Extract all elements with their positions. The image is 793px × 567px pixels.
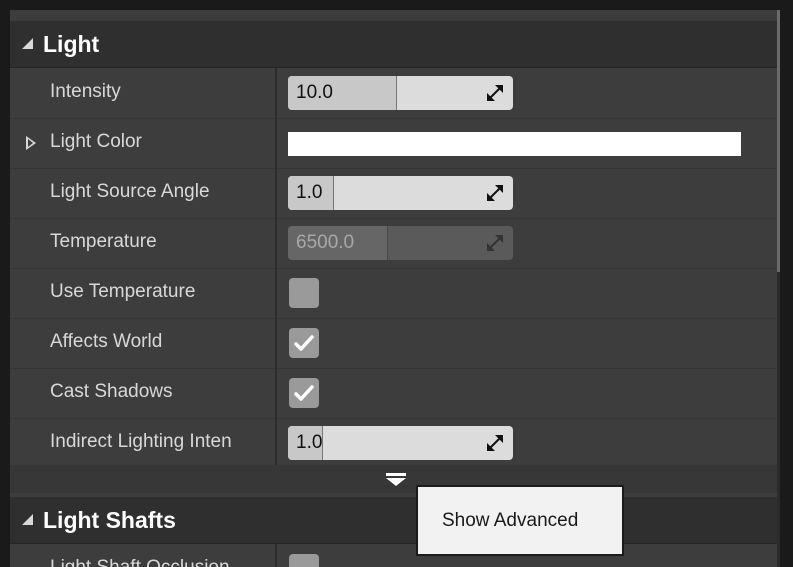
spinbox-value: 10.0 [296, 82, 333, 103]
property-row-affects-world: Affects World [10, 318, 780, 369]
show-advanced-tooltip: Show Advanced [416, 485, 624, 556]
section-title: Light Shafts [43, 507, 176, 533]
property-row-use-temperature: Use Temperature [10, 268, 780, 319]
column-splitter[interactable] [275, 544, 277, 567]
section-title: Light [43, 31, 100, 57]
column-splitter[interactable] [275, 118, 277, 168]
property-label: Light Source Angle [50, 181, 210, 202]
drag-resize-icon[interactable] [487, 185, 503, 201]
section-header-light[interactable]: Light [10, 21, 780, 68]
scrollbar-thumb[interactable] [777, 10, 780, 272]
checkmark-icon [294, 385, 314, 401]
property-row-intensity: Intensity 10.0 [10, 68, 780, 119]
property-label: Use Temperature [50, 281, 196, 302]
property-row-temperature: Temperature 6500.0 [10, 218, 780, 269]
column-splitter[interactable] [275, 168, 277, 218]
property-label: Temperature [50, 231, 157, 252]
indirect-lighting-intensity-spinbox[interactable]: 1.0 [288, 426, 513, 460]
property-label: Intensity [50, 81, 121, 102]
temperature-spinbox: 6500.0 [288, 226, 513, 260]
property-row-light-color: Light Color [10, 118, 780, 169]
spinbox-value: 6500.0 [296, 232, 355, 253]
drag-resize-icon [487, 235, 503, 251]
details-panel: Light Intensity 10.0 Light Color Light S… [10, 10, 780, 567]
column-splitter[interactable] [275, 268, 277, 318]
column-splitter[interactable] [275, 318, 277, 368]
expand-advanced-icon[interactable] [385, 473, 407, 487]
collapse-triangle-icon[interactable] [22, 38, 33, 49]
light-source-angle-spinbox[interactable]: 1.0 [288, 176, 513, 210]
tooltip-text: Show Advanced [442, 510, 579, 531]
checkmark-icon [294, 335, 314, 351]
drag-resize-icon[interactable] [487, 85, 503, 101]
spinbox-value: 1.0 [296, 432, 323, 453]
property-row-indirect-lighting-intensity: Indirect Lighting Inten 1.0 [10, 418, 780, 469]
show-advanced-bar[interactable] [10, 465, 780, 493]
cast-shadows-checkbox[interactable] [289, 378, 319, 408]
collapse-triangle-icon[interactable] [22, 514, 33, 525]
property-label: Indirect Lighting Inten [50, 431, 232, 452]
property-label: Affects World [50, 331, 163, 352]
column-splitter[interactable] [275, 218, 277, 268]
property-row-light-shaft-occlusion: Light Shaft Occlusion [10, 544, 780, 567]
property-label: Light Shaft Occlusion [50, 557, 275, 567]
affects-world-checkbox[interactable] [289, 328, 319, 358]
section-header-light-shafts[interactable]: Light Shafts [10, 497, 780, 544]
property-label: Light Color [50, 131, 142, 152]
light-shaft-occlusion-checkbox[interactable] [289, 554, 319, 567]
spinbox-value: 1.0 [296, 182, 323, 203]
column-splitter[interactable] [275, 368, 277, 418]
property-row-light-source-angle: Light Source Angle 1.0 [10, 168, 780, 219]
column-splitter[interactable] [275, 68, 277, 118]
column-splitter[interactable] [275, 418, 277, 468]
use-temperature-checkbox[interactable] [289, 278, 319, 308]
intensity-spinbox[interactable]: 10.0 [288, 76, 513, 110]
expand-arrow-icon[interactable] [26, 136, 36, 150]
property-label: Cast Shadows [50, 381, 173, 402]
property-row-cast-shadows: Cast Shadows [10, 368, 780, 419]
drag-resize-icon[interactable] [487, 435, 503, 451]
light-color-swatch[interactable] [288, 132, 741, 156]
